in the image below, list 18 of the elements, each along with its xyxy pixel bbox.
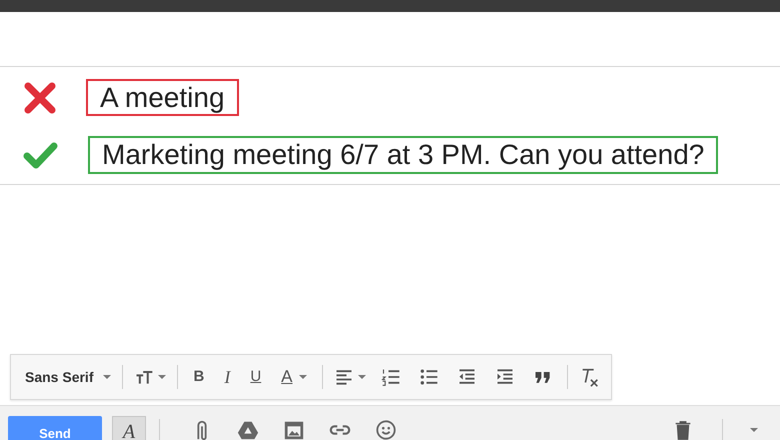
subject-example: Marketing meeting 6/7 at 3 PM. Can you attend? (88, 136, 718, 174)
subject-example: A meeting (86, 78, 239, 116)
indent-less-icon (456, 367, 477, 387)
caret-icon (103, 375, 112, 379)
text-color-button[interactable]: A (273, 363, 315, 391)
font-dropdown[interactable]: Sans Serif (21, 363, 116, 391)
numbered-list-icon (380, 367, 401, 387)
smiley-icon (375, 419, 397, 440)
caret-icon (750, 428, 758, 432)
underline-button[interactable]: U (242, 363, 270, 391)
italic-button[interactable]: I (216, 363, 238, 391)
bold-button[interactable]: B (185, 363, 212, 391)
formatting-button[interactable]: A (112, 416, 146, 440)
caret-icon (358, 375, 366, 379)
caret-icon (158, 375, 166, 379)
indent-more-icon (494, 367, 515, 387)
bulleted-list-icon (418, 367, 439, 387)
caret-icon (298, 375, 307, 379)
